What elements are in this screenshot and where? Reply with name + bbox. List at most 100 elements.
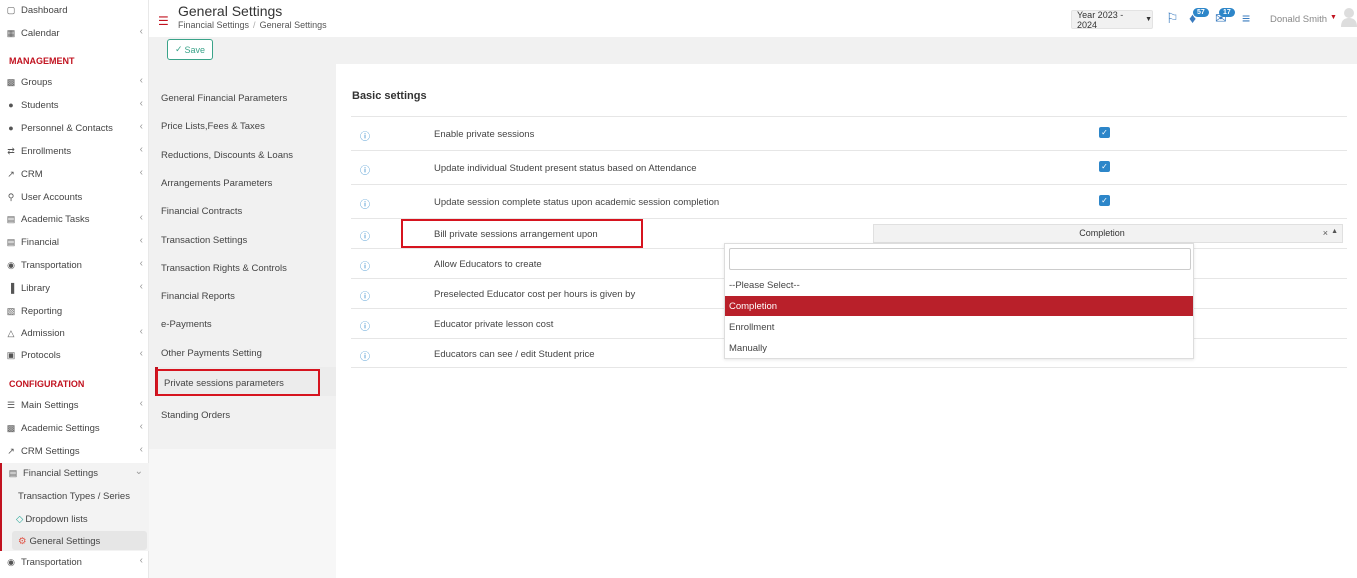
sidebar-item-admission[interactable]: △ Admission ‹ bbox=[0, 323, 149, 343]
breadcrumb: Financial Settings / General Settings bbox=[178, 20, 327, 30]
dropdown-option[interactable]: Enrollment bbox=[725, 317, 1193, 337]
sidebar-item-academic-tasks[interactable]: ▤ Academic Tasks ‹ bbox=[0, 209, 149, 229]
laptop-icon: ▢ bbox=[6, 4, 16, 15]
breadcrumb-item[interactable]: Financial Settings bbox=[178, 20, 249, 30]
sidebar-item-enrollments[interactable]: ⇄ Enrollments ‹ bbox=[0, 141, 149, 161]
chevron-left-icon: ‹ bbox=[139, 75, 143, 86]
caret-up-icon[interactable]: ▲ bbox=[1331, 228, 1338, 235]
nav-item-other-payments[interactable]: Other Payments Setting bbox=[161, 348, 262, 359]
sidebar-item-financial[interactable]: ▤ Financial ‹ bbox=[0, 232, 149, 252]
dropdown-option-selected[interactable]: Completion bbox=[725, 296, 1193, 316]
sidebar-item-library[interactable]: ▐ Library ‹ bbox=[0, 278, 149, 298]
header: ☰ General Settings Financial Settings / Ge… bbox=[149, 0, 1357, 37]
library-icon: ▐ bbox=[7, 283, 15, 293]
sidebar-item-financial-settings[interactable]: ▤ Financial Settings ⌄ bbox=[2, 463, 151, 483]
info-icon[interactable]: ⓘ bbox=[360, 288, 370, 303]
nav-item-financial-contracts[interactable]: Financial Contracts bbox=[161, 206, 242, 217]
nav-item-transaction-rights[interactable]: Transaction Rights & Controls bbox=[161, 263, 287, 274]
highlight-box bbox=[156, 369, 320, 396]
chevron-down-icon: ⌄ bbox=[134, 466, 143, 477]
sidebar-item-label: General Settings bbox=[29, 535, 101, 547]
update-present-status-checkbox[interactable]: ✓ bbox=[1099, 161, 1110, 172]
update-session-complete-checkbox[interactable]: ✓ bbox=[1099, 195, 1110, 206]
page-title: General Settings bbox=[178, 3, 283, 19]
gear-icon: ⚙ bbox=[18, 535, 27, 547]
info-icon[interactable]: ⓘ bbox=[360, 228, 370, 243]
save-button[interactable]: ✓ Save bbox=[167, 39, 213, 60]
info-icon[interactable]: ⓘ bbox=[360, 196, 370, 211]
flag-icon[interactable]: ⚐ bbox=[1166, 10, 1179, 27]
sidebar-item-personnel[interactable]: ● Personnel & Contacts ‹ bbox=[0, 118, 149, 138]
sidebar-item-transportation-config[interactable]: ◉ Transportation ‹ bbox=[0, 552, 149, 572]
sidebar-item-label: Enrollments bbox=[21, 145, 72, 157]
nav-item-transaction-settings[interactable]: Transaction Settings bbox=[161, 235, 247, 246]
tasks-icon: ▤ bbox=[6, 213, 16, 224]
info-icon[interactable]: ⓘ bbox=[360, 162, 370, 177]
info-icon[interactable]: ⓘ bbox=[360, 348, 370, 363]
sliders-icon: ☰ bbox=[6, 399, 16, 410]
enrollments-icon: ⇄ bbox=[7, 145, 15, 156]
sidebar-item-reporting[interactable]: ▧ Reporting bbox=[0, 301, 149, 321]
info-icon[interactable]: ⓘ bbox=[360, 258, 370, 273]
dropdown-search-input[interactable] bbox=[729, 248, 1191, 270]
dropdown-option[interactable]: --Please Select-- bbox=[725, 275, 1193, 295]
sidebar-item-label: Library bbox=[21, 282, 51, 294]
groups-icon: ▩ bbox=[6, 76, 16, 87]
bus-icon: ◉ bbox=[7, 259, 15, 270]
nav-item-standing-orders[interactable]: Standing Orders bbox=[161, 410, 230, 421]
key-icon: ⚲ bbox=[7, 191, 15, 202]
info-icon[interactable]: ⓘ bbox=[360, 318, 370, 333]
admission-icon: △ bbox=[7, 327, 15, 338]
user-name[interactable]: Donald Smith bbox=[1270, 14, 1327, 25]
sidebar-item-protocols[interactable]: ▣ Protocols ‹ bbox=[0, 345, 149, 365]
nav-item-price-lists[interactable]: Price Lists,Fees & Taxes bbox=[161, 121, 265, 132]
sidebar-item-academic-settings[interactable]: ▩ Academic Settings ‹ bbox=[0, 418, 149, 438]
sidebar-item-label: Main Settings bbox=[21, 399, 79, 411]
management-header: MANAGEMENT bbox=[9, 56, 75, 66]
sidebar-subitem-general-settings[interactable]: ⚙ General Settings bbox=[18, 531, 167, 551]
setting-label: Allow Educators to create bbox=[434, 259, 542, 270]
sidebar-subitem-dropdown-lists[interactable]: ◇ Dropdown lists bbox=[16, 509, 165, 529]
info-icon[interactable]: ⓘ bbox=[360, 128, 370, 143]
nav-item-reductions[interactable]: Reductions, Discounts & Loans bbox=[161, 150, 293, 161]
section-title: Basic settings bbox=[352, 90, 427, 102]
dropdown-option[interactable]: Manually bbox=[725, 338, 1193, 358]
sidebar-item-dashboard[interactable]: ▢ Dashboard bbox=[0, 0, 149, 20]
nav-item-financial-reports[interactable]: Financial Reports bbox=[161, 291, 235, 302]
financial-icon: ▤ bbox=[6, 236, 16, 247]
sidebar-item-user-accounts[interactable]: ⚲ User Accounts bbox=[0, 187, 149, 207]
tasks-layers-icon[interactable]: ≡ bbox=[1242, 10, 1250, 26]
sidebar-item-calendar[interactable]: ▦ Calendar ‹ bbox=[0, 23, 149, 43]
enable-private-sessions-checkbox[interactable]: ✓ bbox=[1099, 127, 1110, 138]
hamburger-menu-icon[interactable]: ☰ bbox=[158, 14, 169, 28]
sidebar-item-label: Admission bbox=[21, 327, 65, 339]
bill-upon-select[interactable]: Completion × ▲ bbox=[873, 224, 1343, 243]
sidebar-item-label: Financial bbox=[21, 236, 60, 248]
sidebar-item-crm[interactable]: ↗ CRM ‹ bbox=[0, 164, 149, 184]
highlight-box bbox=[401, 219, 643, 248]
year-select[interactable]: Year 2023 - 2024 ▼ bbox=[1071, 10, 1153, 30]
nav-item-e-payments[interactable]: e-Payments bbox=[161, 319, 212, 330]
chevron-left-icon: ‹ bbox=[139, 121, 143, 132]
chevron-left-icon: ‹ bbox=[139, 258, 143, 269]
caret-down-icon[interactable]: ▼ bbox=[1330, 14, 1337, 21]
sidebar-item-students[interactable]: ● Students ‹ bbox=[0, 95, 149, 115]
sidebar-item-transportation[interactable]: ◉ Transportation ‹ bbox=[0, 255, 149, 275]
chevron-left-icon: ‹ bbox=[139, 235, 143, 246]
sidebar-item-crm-settings[interactable]: ↗ CRM Settings ‹ bbox=[0, 441, 149, 461]
caret-down-icon: ▼ bbox=[1145, 16, 1152, 23]
sidebar-item-groups[interactable]: ▩ Groups ‹ bbox=[0, 72, 149, 92]
sidebar-subitem-transaction-types[interactable]: Transaction Types / Series bbox=[18, 486, 167, 506]
nav-item-arrangements-parameters[interactable]: Arrangements Parameters bbox=[161, 178, 272, 189]
sidebar-item-label: Financial Settings bbox=[23, 467, 98, 479]
sidebar-item-label: Protocols bbox=[21, 349, 61, 361]
bus-icon: ◉ bbox=[7, 556, 15, 567]
clear-icon[interactable]: × bbox=[1323, 228, 1328, 238]
breadcrumb-item: General Settings bbox=[259, 20, 327, 30]
chevron-left-icon: ‹ bbox=[139, 167, 143, 178]
nav-item-general-financial-parameters[interactable]: General Financial Parameters bbox=[161, 93, 287, 104]
sidebar-item-label: Academic Settings bbox=[21, 422, 100, 434]
chevron-left-icon: ‹ bbox=[139, 326, 143, 337]
avatar[interactable] bbox=[1341, 7, 1357, 27]
sidebar-item-main-settings[interactable]: ☰ Main Settings ‹ bbox=[0, 395, 149, 415]
